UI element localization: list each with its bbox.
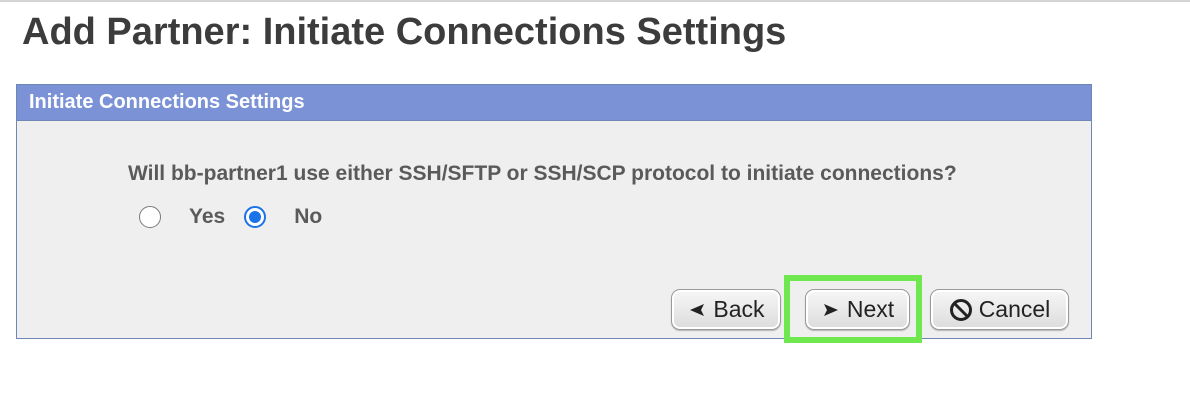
settings-panel: Initiate Connections Settings Will bb-pa… bbox=[16, 84, 1092, 339]
next-button-label: Next bbox=[846, 296, 895, 322]
chevron-right-icon bbox=[821, 302, 841, 318]
cancel-button[interactable]: Cancel bbox=[930, 289, 1069, 330]
radio-no[interactable] bbox=[244, 206, 267, 228]
back-button-label: Back bbox=[713, 296, 765, 322]
next-button[interactable]: Next bbox=[805, 289, 910, 330]
question-text: Will bb-partner1 use either SSH/SFTP or … bbox=[128, 162, 957, 185]
protocol-radio-group: Yes No bbox=[139, 205, 322, 229]
radio-yes[interactable] bbox=[139, 206, 161, 228]
chevron-left-icon bbox=[687, 302, 707, 318]
panel-header: Initiate Connections Settings bbox=[17, 85, 1091, 121]
prohibit-icon bbox=[949, 298, 973, 322]
radio-yes-label[interactable]: Yes bbox=[189, 205, 225, 229]
page-title: Add Partner: Initiate Connections Settin… bbox=[22, 11, 787, 53]
panel-header-title: Initiate Connections Settings bbox=[29, 91, 305, 113]
back-button[interactable]: Back bbox=[671, 289, 781, 330]
cancel-button-label: Cancel bbox=[978, 296, 1051, 322]
radio-no-label[interactable]: No bbox=[294, 205, 322, 229]
top-divider bbox=[0, 0, 1190, 2]
